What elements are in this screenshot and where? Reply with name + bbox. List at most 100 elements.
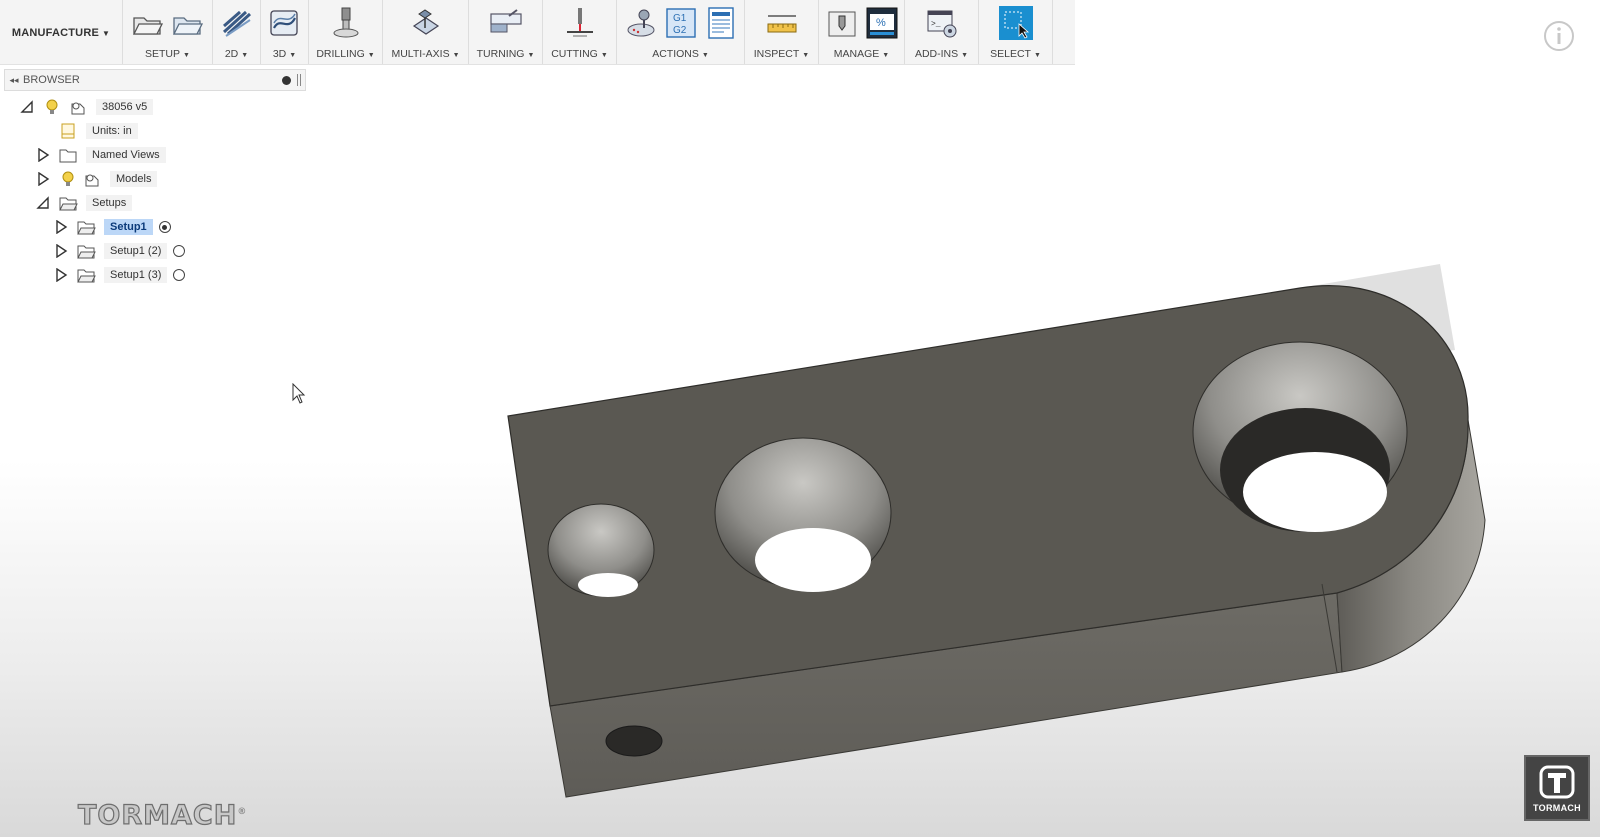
cutting-icon[interactable] [563,6,597,40]
collapse-triangle-icon[interactable] [36,196,50,210]
setup-folder-icon [77,245,96,259]
2d-toolpath-icon[interactable] [220,6,254,40]
svg-text:G1: G1 [673,13,687,24]
browser-title: BROWSER [23,74,80,86]
component-icon [85,174,99,187]
setup-folder-icon [77,221,96,235]
measure-icon[interactable] [765,6,799,40]
toolbar-group-turning[interactable]: TURNING ▼ [469,0,543,64]
3d-toolpath-icon[interactable] [268,6,302,40]
post-process-icon[interactable]: G1G2 [664,6,698,40]
workspace-label: MANUFACTURE [11,27,99,39]
panel-grip-icon[interactable] [297,74,301,86]
expand-triangle-icon[interactable] [36,172,50,186]
tree-row-named-views[interactable]: Named Views [36,144,166,166]
radio-dot-icon [162,224,168,230]
group-label-add-ins: ADD-INS [914,48,959,60]
browser-options-icon[interactable] [282,75,291,85]
activate-setup-radio[interactable] [173,245,186,257]
multi-axis-icon[interactable] [409,6,443,40]
toolbar-group-manage[interactable]: % MANAGE ▼ [819,0,905,64]
scripts-add-ins-icon[interactable]: >_ [925,6,959,40]
tree-row-root[interactable]: 38056 v5 [20,96,154,118]
drill-icon[interactable] [329,6,363,40]
medium-hole [714,437,892,589]
setups-label: Setups [86,195,133,211]
browser-header: ◂◂ BROWSER [4,69,306,91]
tormach-watermark: TORMACH® [77,799,248,831]
toolbar-group-inspect[interactable]: INSPECT ▼ [745,0,819,64]
folder-icon [59,149,77,163]
collapse-browser-icon[interactable]: ◂◂ [5,75,23,86]
turning-icon[interactable] [489,6,523,40]
svg-text:G2: G2 [673,25,687,36]
models-label: Models [110,171,158,187]
expand-triangle-icon[interactable] [54,220,68,234]
new-setup-icon[interactable] [131,6,165,40]
group-label-inspect: INSPECT [753,48,800,60]
tree-row-setups[interactable]: Setups [36,192,133,214]
workspace-switcher[interactable]: MANUFACTURE ▼ [0,0,123,64]
part-top-face [507,285,1469,707]
part-shadow [1300,264,1455,352]
tormach-t-logo-icon [1539,765,1575,798]
setup-item-label[interactable]: Setup1 (2) [104,243,168,259]
component-icon [71,102,85,115]
active-setup-radio[interactable] [158,221,171,233]
units-document-icon [61,123,75,139]
svg-text:>_: >_ [931,20,941,29]
setup-item-label[interactable]: Setup1 (3) [104,267,168,283]
part-front-face [549,592,1343,798]
group-label-multi-axis: MULTI-AXIS [391,48,450,60]
toolbar-group-2d[interactable]: 2D ▼ [213,0,261,64]
setup-folder-icon[interactable] [171,6,205,40]
lightbulb-icon[interactable] [42,98,62,116]
toolbar-group-cutting[interactable]: CUTTING ▼ [543,0,617,64]
toolbar-group-multi-axis[interactable]: MULTI-AXIS ▼ [383,0,469,64]
group-label-select: SELECT [990,48,1031,60]
simulate-icon[interactable] [624,6,658,40]
group-label-drilling: DRILLING [316,48,365,60]
expand-triangle-icon[interactable] [54,244,68,258]
tool-library-icon[interactable] [825,6,859,40]
select-icon[interactable] [998,6,1033,40]
collapse-triangle-icon[interactable] [20,100,34,114]
toolbar-group-3d[interactable]: 3D ▼ [261,0,309,64]
setup-folder-icon [77,269,96,283]
setup-item-label[interactable]: Setup1 [104,219,153,235]
root-label: 38056 v5 [96,99,154,115]
group-label-actions: ACTIONS [652,48,699,60]
setups-folder-icon [59,197,78,211]
toolbar-group-drilling[interactable]: DRILLING ▼ [309,0,383,64]
tree-row-models[interactable]: Models [36,168,158,190]
named-views-label: Named Views [86,147,166,163]
expand-triangle-icon[interactable] [36,148,50,162]
group-label-manage: MANAGE [833,48,880,60]
part-rounded-side [1336,419,1486,673]
units-label: Units: in [86,123,138,139]
template-library-icon[interactable]: % [865,6,899,40]
toolbar-group-setup[interactable]: SETUP ▼ [123,0,213,64]
counterbored-hole [1192,341,1408,523]
watermark-text: TORMACH [77,799,238,831]
tree-row-units[interactable]: Units: in [58,120,138,142]
tree-row-setup-1[interactable]: Setup1 [54,216,171,238]
info-icon[interactable] [1543,20,1575,52]
chevron-down-icon: ▼ [102,28,111,38]
small-hole [547,503,655,597]
toolbar-group-add-ins[interactable]: >_ ADD-INS ▼ [905,0,979,64]
group-label-cutting: CUTTING [551,48,598,60]
side-tapped-hole [605,725,663,757]
lightbulb-icon[interactable] [58,170,78,188]
toolbar-group-actions[interactable]: G1 G2 ACTIONS ▼ [617,0,745,64]
svg-text:%: % [876,17,886,29]
setup-sheet-icon[interactable] [704,6,738,40]
group-label-turning: TURNING [476,48,525,60]
tree-row-setup-3[interactable]: Setup1 (3) [54,264,186,286]
toolbar-group-select[interactable]: SELECT ▼ [979,0,1053,64]
expand-triangle-icon[interactable] [54,268,68,282]
activate-setup-radio[interactable] [173,269,186,281]
viewport-canvas[interactable] [0,0,1600,837]
group-label-setup: SETUP [145,48,181,60]
tree-row-setup-2[interactable]: Setup1 (2) [54,240,186,262]
